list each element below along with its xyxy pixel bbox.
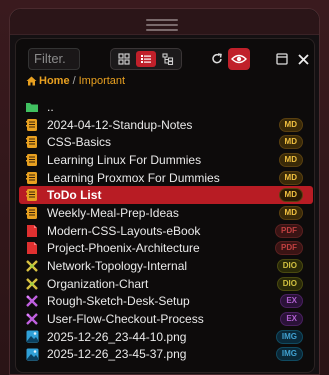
breadcrumb: Home / Important (26, 75, 125, 87)
diagram-file-icon (25, 277, 39, 291)
excalidraw-file-icon (25, 312, 39, 326)
file-name: Modern-CSS-Layouts-eBook (47, 223, 201, 238)
file-row[interactable]: User-Flow-Checkout-Process EX (19, 310, 313, 328)
file-row[interactable]: 2024-04-12-Standup-Notes MD (19, 116, 313, 134)
drag-handle-icon[interactable] (146, 19, 178, 34)
file-name: .. (47, 99, 54, 114)
window-icon (276, 53, 288, 65)
file-type-badge: IMG (275, 347, 303, 362)
pdf-file-icon (25, 224, 39, 238)
file-row[interactable]: Organization-Chart DIO (19, 275, 313, 293)
file-name: 2025-12-26_23-44-10.png (47, 329, 187, 344)
file-name: Project-Phoenix-Architecture (47, 241, 200, 256)
file-name: Network-Topology-Internal (47, 259, 188, 274)
file-name: Rough-Sketch-Desk-Setup (47, 294, 190, 309)
file-name: Weekly-Meal-Prep-Ideas (47, 205, 179, 220)
markdown-file-icon (25, 188, 39, 202)
file-browser: Filter. Home / Important .. 2024-04-12-S… (15, 38, 315, 373)
file-row[interactable]: Network-Topology-Internal DIO (19, 257, 313, 275)
list-icon (141, 55, 151, 63)
diagram-file-icon (25, 259, 39, 273)
image-file-icon (25, 347, 39, 361)
file-row[interactable]: Learning Linux For Dummies MD (19, 151, 313, 169)
grid-icon (118, 53, 130, 65)
window-button[interactable] (271, 48, 293, 70)
markdown-file-icon (25, 153, 39, 167)
breadcrumb-home[interactable]: Home (39, 75, 70, 87)
grid-view-button[interactable] (114, 51, 134, 67)
markdown-file-icon (25, 135, 39, 149)
refresh-button[interactable] (206, 48, 228, 70)
file-row[interactable]: 2025-12-26_23-44-10.png IMG (19, 328, 313, 346)
breadcrumb-current[interactable]: Important (79, 75, 125, 87)
image-file-icon (25, 330, 39, 344)
file-type-badge: MD (278, 170, 303, 185)
file-name: CSS-Basics (47, 135, 112, 150)
file-type-badge: EX (280, 312, 303, 327)
file-row[interactable]: ToDo List MD (19, 186, 313, 205)
eye-icon (231, 54, 247, 64)
file-row[interactable]: CSS-Basics MD (19, 133, 313, 151)
close-icon (297, 53, 309, 65)
file-row[interactable]: .. (19, 98, 313, 116)
file-row[interactable]: Project-Phoenix-Architecture PDF (19, 240, 313, 258)
file-type-badge: PDF (275, 223, 303, 238)
markdown-file-icon (25, 171, 39, 185)
file-name: Organization-Chart (47, 276, 149, 291)
file-type-badge: EX (280, 294, 303, 309)
filter-input[interactable]: Filter. (28, 48, 80, 70)
tree-icon (162, 53, 174, 65)
file-browser-panel: Filter. Home / Important .. 2024-04-12-S… (9, 8, 320, 375)
file-name: ToDo List (47, 188, 102, 203)
file-row[interactable]: Rough-Sketch-Desk-Setup EX (19, 293, 313, 311)
file-name: Learning Proxmox For Dummies (47, 170, 220, 185)
excalidraw-file-icon (25, 294, 39, 308)
close-button[interactable] (292, 48, 314, 70)
file-row[interactable]: Modern-CSS-Layouts-eBook PDF (19, 222, 313, 240)
breadcrumb-separator: / (72, 75, 76, 87)
file-name: 2025-12-26_23-45-37.png (47, 347, 187, 362)
file-type-badge: MD (278, 188, 303, 203)
file-name: User-Flow-Checkout-Process (47, 312, 204, 327)
tree-view-button[interactable] (158, 51, 178, 67)
preview-toggle-button[interactable] (228, 48, 250, 70)
file-row[interactable]: 2025-12-26_23-45-37.png IMG (19, 346, 313, 364)
markdown-file-icon (25, 206, 39, 220)
folder-icon (25, 100, 39, 114)
view-mode-toggle (110, 48, 182, 70)
refresh-icon (212, 53, 222, 64)
file-type-badge: PDF (275, 241, 303, 256)
file-row[interactable]: Learning Proxmox For Dummies MD (19, 169, 313, 187)
file-name: Learning Linux For Dummies (47, 152, 202, 167)
file-type-badge: MD (278, 135, 303, 150)
home-icon (26, 76, 37, 86)
panel-titlebar[interactable] (10, 9, 319, 35)
markdown-file-icon (25, 118, 39, 132)
file-type-badge: MD (278, 152, 303, 167)
file-row[interactable]: Weekly-Meal-Prep-Ideas MD (19, 204, 313, 222)
file-name: 2024-04-12-Standup-Notes (47, 117, 193, 132)
file-type-badge: MD (278, 205, 303, 220)
file-type-badge: DIO (276, 276, 303, 291)
pdf-file-icon (25, 241, 39, 255)
list-view-button[interactable] (136, 51, 156, 67)
file-type-badge: DIO (276, 259, 303, 274)
file-type-badge: IMG (275, 329, 303, 344)
file-list: .. 2024-04-12-Standup-Notes MD CSS-Basics MD… (19, 98, 313, 363)
file-type-badge: MD (278, 117, 303, 132)
